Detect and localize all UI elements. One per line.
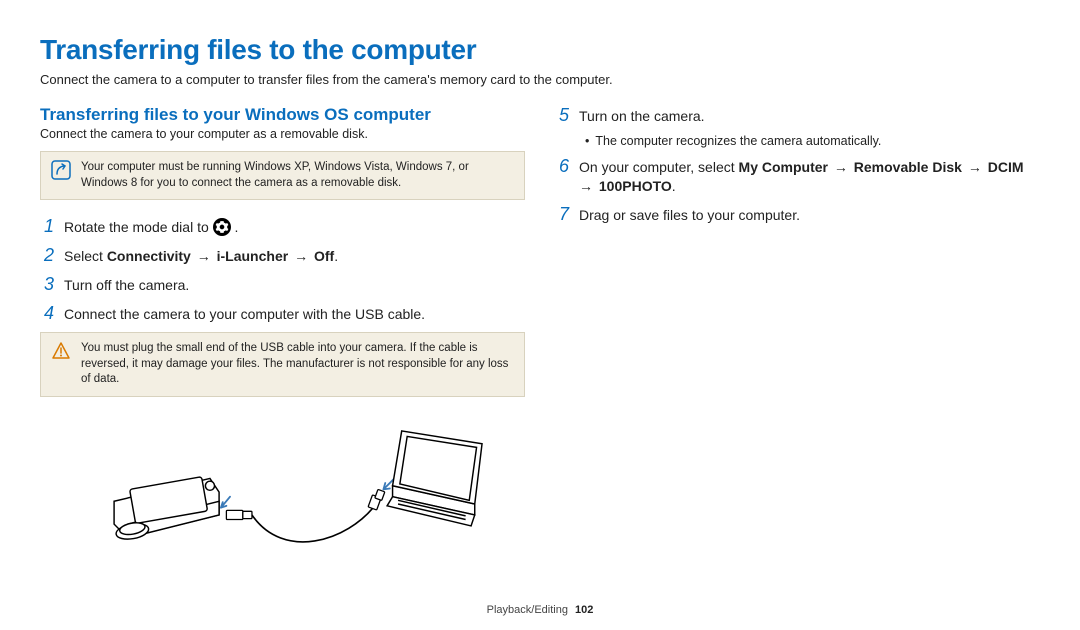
step-5-subtext: The computer recognizes the camera autom… bbox=[585, 134, 1040, 148]
step-number: 1 bbox=[40, 216, 54, 237]
camera-to-laptop-illustration bbox=[40, 413, 525, 553]
two-column-layout: Transferring files to your Windows OS co… bbox=[40, 105, 1040, 553]
warning-note-text: You must plug the small end of the USB c… bbox=[81, 341, 514, 388]
page: Transferring files to the computer Conne… bbox=[0, 0, 1080, 630]
info-note: Your computer must be running Windows XP… bbox=[40, 151, 525, 200]
settings-dial-icon bbox=[213, 218, 231, 236]
warning-icon bbox=[51, 341, 71, 361]
step-1: 1 Rotate the mode dial to . bbox=[40, 216, 525, 237]
footer-section: Playback/Editing bbox=[487, 604, 568, 616]
step-text: Turn on the camera. bbox=[579, 107, 705, 126]
step-number: 2 bbox=[40, 245, 54, 266]
step-5: 5 Turn on the camera. bbox=[555, 105, 1040, 126]
step-number: 6 bbox=[555, 156, 569, 177]
step-number: 7 bbox=[555, 204, 569, 225]
step-text: Turn off the camera. bbox=[64, 276, 189, 295]
step-3: 3 Turn off the camera. bbox=[40, 274, 525, 295]
section-title: Transferring files to your Windows OS co… bbox=[40, 105, 525, 125]
info-icon bbox=[51, 160, 71, 180]
page-footer: Playback/Editing 102 bbox=[0, 604, 1080, 616]
step-6: 6 On your computer, select My Computer →… bbox=[555, 156, 1040, 196]
step-text: On your computer, select My Computer → R… bbox=[579, 158, 1040, 196]
step-text: Connect the camera to your computer with… bbox=[64, 305, 425, 324]
step-text: Select Connectivity → i-Launcher → Off. bbox=[64, 247, 338, 266]
step-number: 4 bbox=[40, 303, 54, 324]
step-text: Drag or save files to your computer. bbox=[579, 206, 800, 225]
step-2: 2 Select Connectivity → i-Launcher → Off… bbox=[40, 245, 525, 266]
footer-page-number: 102 bbox=[575, 604, 593, 616]
step-7: 7 Drag or save files to your computer. bbox=[555, 204, 1040, 225]
right-column: 5 Turn on the camera. The computer recog… bbox=[555, 105, 1040, 553]
warning-note: You must plug the small end of the USB c… bbox=[40, 332, 525, 397]
left-column: Transferring files to your Windows OS co… bbox=[40, 105, 525, 553]
step-4: 4 Connect the camera to your computer wi… bbox=[40, 303, 525, 324]
page-title: Transferring files to the computer bbox=[40, 34, 1040, 66]
step-number: 3 bbox=[40, 274, 54, 295]
info-note-text: Your computer must be running Windows XP… bbox=[81, 160, 514, 191]
step-text: Rotate the mode dial to . bbox=[64, 218, 238, 237]
step-number: 5 bbox=[555, 105, 569, 126]
section-intro: Connect the camera to your computer as a… bbox=[40, 127, 525, 141]
page-intro: Connect the camera to a computer to tran… bbox=[40, 72, 1040, 87]
